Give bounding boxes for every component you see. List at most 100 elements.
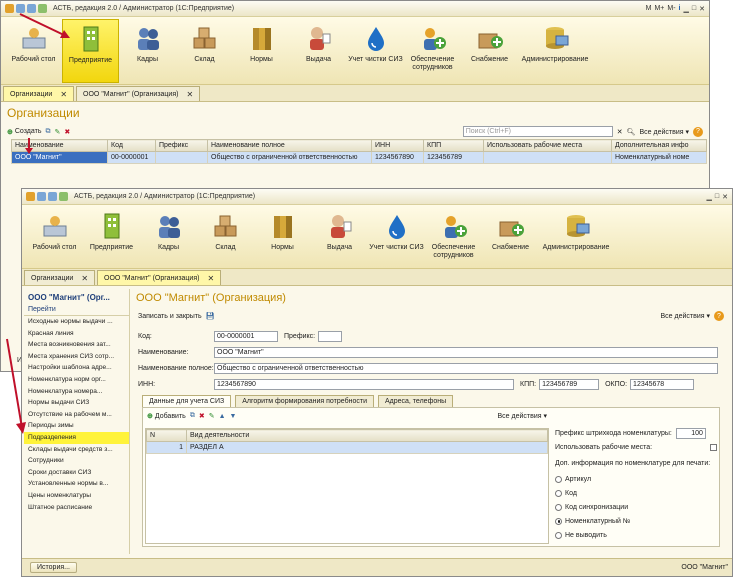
minimize-icon[interactable]: ▁ [684,5,689,13]
sidebar-item[interactable]: Цены номенклатуры [24,490,129,502]
section-desktop[interactable]: Рабочий стол [5,19,62,83]
kpp-field[interactable]: 123456789 [539,379,600,390]
edit-icon[interactable]: ✎ [54,128,60,136]
section-provision[interactable]: Обеспечение сотрудников [425,207,482,271]
section-supply[interactable]: Снабжение [482,207,539,271]
col-inn[interactable]: ИНН [371,139,424,152]
search-icon[interactable]: 🔍︎ [627,128,636,136]
col-extra-info[interactable]: Дополнительная инфо [611,139,707,152]
col-name[interactable]: Наименование [11,139,108,152]
info-icon[interactable]: i [679,5,681,12]
search-clear-icon[interactable]: ✕ [617,128,623,136]
forward-icon[interactable] [48,192,57,201]
table-row[interactable]: 1 РАЗДЕЛ А [146,441,548,454]
table-row[interactable]: ООО "Магнит" 00-0000001 Общество с огран… [11,151,707,164]
maximize-icon[interactable]: □ [692,5,696,12]
sidebar-item[interactable]: Номенклатура номера... [24,386,129,398]
section-norms[interactable]: Нормы [233,19,290,83]
move-up-icon[interactable]: ▲ [219,413,226,420]
inn-field[interactable]: 1234567890 [214,379,514,390]
sidebar-item[interactable]: Нормы выдачи СИЗ [24,397,129,409]
section-admin[interactable]: Администрирование [539,207,613,271]
section-norms[interactable]: Нормы [254,207,311,271]
radio-button[interactable] [555,503,562,511]
copy-icon[interactable]: ⧉ [190,412,195,420]
delete-icon[interactable]: ✖ [199,412,205,420]
col-n[interactable]: N [146,429,187,442]
section-admin[interactable]: Администрирование [518,19,592,83]
home-icon[interactable] [59,192,68,201]
sidebar-item[interactable]: Места хранения СИЗ сотр... [24,351,129,363]
tab-siz-data[interactable]: Данные для учета СИЗ [142,395,232,407]
create-button[interactable]: ⊕ Создать [7,128,41,136]
sidebar-item[interactable]: Установленные нормы в... [24,478,129,490]
radio-button[interactable] [555,475,562,483]
fullname-field[interactable]: Общество с ограниченной ответственностью [214,363,718,374]
move-down-icon[interactable]: ▼ [230,413,237,420]
radio-code[interactable]: Код [555,486,630,500]
radio-do-not-show[interactable]: Не выводить [555,528,630,542]
minimize-icon[interactable]: ▁ [707,193,712,201]
section-desktop[interactable]: Рабочий стол [26,207,83,271]
col-activity[interactable]: Вид деятельности [186,429,548,442]
section-staff[interactable]: Кадры [119,19,176,83]
help-icon[interactable]: ? [693,126,703,137]
barcode-prefix-field[interactable]: 100 [675,428,706,439]
sidebar-item[interactable]: Места возникновения зат... [24,339,129,351]
section-supply[interactable]: Снабжение [461,19,518,83]
col-fullname[interactable]: Наименование полное [207,139,372,152]
edit-icon[interactable]: ✎ [209,412,215,420]
inner-all-actions-menu[interactable]: Все действия ▾ [498,412,547,420]
search-input[interactable]: Поиск (Ctrl+F) [462,126,613,137]
save-close-button[interactable]: Записать и закрыть [138,313,202,320]
tab-demand-algorithm[interactable]: Алгоритм формирования потребности [235,395,374,407]
sidebar-item[interactable]: Исходные нормы выдачи ... [24,316,129,328]
sidebar-item[interactable]: Периоды зимы [24,420,129,432]
okpo-field[interactable]: 12345678 [630,379,695,390]
section-cleaning[interactable]: Учет чистки СИЗ [368,207,425,271]
section-issue[interactable]: Выдача [311,207,368,271]
col-code[interactable]: Код [107,139,156,152]
app-icon[interactable] [5,4,14,13]
tab-close-icon[interactable]: ✕ [207,274,214,283]
copy-icon[interactable]: ⧉ [45,128,50,136]
use-workplaces-checkbox[interactable] [710,444,717,451]
section-cleaning[interactable]: Учет чистки СИЗ [347,19,404,83]
name-field[interactable]: ООО "Магнит" [214,347,718,358]
tab-organizations[interactable]: Организации ✕ [24,270,96,285]
memory-minus-button[interactable]: M- [667,5,675,12]
forward-icon[interactable] [27,4,36,13]
radio-nomenclature-number[interactable]: Номенклатурный № [555,514,630,528]
sidebar-item[interactable]: Склады выдачи средств з... [24,444,129,456]
section-warehouse[interactable]: Склад [197,207,254,271]
all-actions-menu[interactable]: Все действия ▾ [661,312,710,320]
sidebar-item[interactable]: Сроки доставки СИЗ [24,467,129,479]
memory-m-button[interactable]: M [646,5,652,12]
help-icon[interactable]: ? [714,311,724,321]
tab-close-icon[interactable]: ✕ [81,274,88,283]
radio-sync-code[interactable]: Код синхронизации [555,500,630,514]
col-prefix[interactable]: Префикс [155,139,208,152]
history-button[interactable]: История... [30,562,77,573]
sidebar-item[interactable]: Красная линия [24,328,129,340]
radio-button[interactable] [555,531,562,539]
sidebar-item-divisions[interactable]: Подразделения [24,431,129,444]
col-workplaces[interactable]: Использовать рабочие места [483,139,612,152]
tab-organization-magnit[interactable]: ООО "Магнит" (Организация) ✕ [97,270,222,285]
sidebar-item[interactable]: Сотрудники [24,455,129,467]
section-staff[interactable]: Кадры [140,207,197,271]
back-icon[interactable] [37,192,46,201]
section-enterprise[interactable]: Предприятие [83,207,140,271]
add-button[interactable]: ⊕ Добавить [147,412,186,421]
prefix-field[interactable] [318,331,343,342]
delete-icon[interactable]: ✖ [64,128,70,136]
radio-button[interactable] [555,489,562,497]
section-enterprise[interactable]: Предприятие [62,19,119,83]
radio-button[interactable] [555,517,562,525]
save-icon[interactable]: 💾︎ [206,312,215,320]
close-icon[interactable]: ✕ [722,193,728,201]
home-icon[interactable] [38,4,47,13]
maximize-icon[interactable]: □ [715,193,719,200]
back-icon[interactable] [16,4,25,13]
tab-addresses-phones[interactable]: Адреса, телефоны [377,395,454,407]
